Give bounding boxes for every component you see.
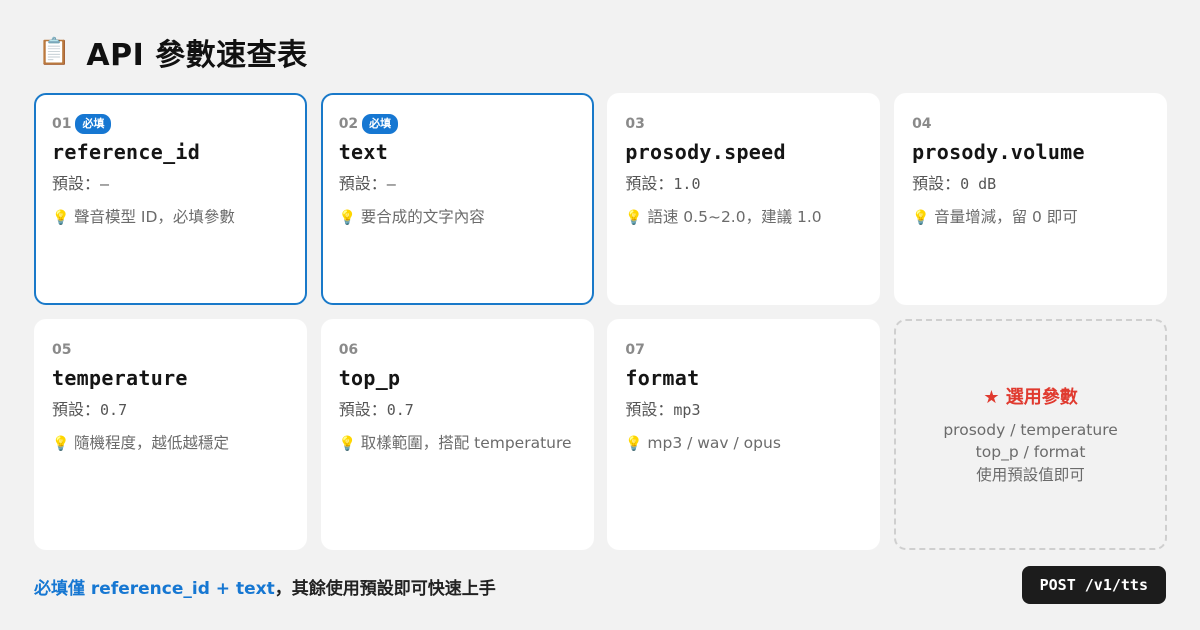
default-row: 預設： — [52, 170, 289, 194]
card-number: 04 [912, 116, 932, 132]
default-value: 0.7 [100, 401, 128, 419]
param-card-format: 07 format 預設： mp3 💡 mp3 / wav / opus [607, 319, 881, 550]
tip: 💡 要合成的文字內容 [339, 206, 576, 229]
optional-line: 使用預設值即可 [976, 465, 1085, 484]
card-header: 06 [339, 339, 576, 361]
footer-note: 必填僅 reference_id + text，其餘使用預設即可快速上手 [34, 574, 496, 599]
tip: 💡 mp3 / wav / opus [625, 432, 862, 455]
endpoint-badge: POST /v1/tts [1021, 566, 1166, 604]
card-header: 07 [625, 339, 862, 361]
default-value: 1.0 [673, 175, 701, 193]
tip: 💡 語速 0.5~2.0，建議 1.0 [625, 206, 862, 229]
default-value: 0 dB [960, 175, 997, 193]
tip: 💡 音量增減，留 0 即可 [912, 206, 1149, 229]
card-number: 06 [338, 342, 359, 358]
default-value: mp3 [673, 401, 701, 419]
param-card-prosody-volume: 04 prosody.volume 預設： 0 dB 💡 音量增減，留 0 即可 [894, 93, 1168, 305]
default-value: — [100, 175, 110, 193]
param-name: prosody.speed [625, 140, 786, 164]
card-number: 07 [625, 342, 645, 358]
card-header: 02 必填 [339, 113, 576, 135]
param-name: format [625, 366, 700, 390]
footer-rest: ，其餘使用預設即可快速上手 [274, 579, 496, 599]
card-number: 03 [625, 116, 645, 132]
param-card-text: 02 必填 text 預設： — 💡 要合成的文字內容 [320, 93, 594, 305]
tip-text: 聲音模型 ID，必填參數 [74, 208, 235, 226]
card-header: 04 [912, 113, 1149, 135]
lightbulb-icon: 💡 [912, 210, 930, 226]
optional-params-card: ★ 選用參數 prosody / temperature top_p / for… [894, 319, 1168, 550]
lightbulb-icon: 💡 [625, 436, 643, 452]
card-number: 01 [52, 116, 72, 132]
tip: 💡 聲音模型 ID，必填參數 [52, 206, 289, 229]
card-number: 05 [52, 342, 72, 358]
tip-text: mp3 / wav / opus [647, 434, 781, 452]
default-value: 0.7 [386, 401, 414, 419]
tip-text: 音量增減，留 0 即可 [934, 208, 1078, 226]
optional-title: ★ 選用參數 [983, 386, 1078, 408]
default-label: 預設： [338, 400, 387, 419]
tip-text: 隨機程度，越低越穩定 [74, 434, 230, 452]
optional-line: prosody / temperature [943, 420, 1118, 439]
param-name: prosody.volume [912, 140, 1085, 164]
default-label: 預設： [338, 174, 387, 193]
default-label: 預設： [625, 400, 674, 419]
required-badge: 必填 [362, 114, 399, 134]
parameter-grid: 01 必填 reference_id 預設： — 💡 聲音模型 ID，必填參數 0… [34, 93, 1168, 550]
param-name: temperature [52, 366, 188, 390]
clipboard-icon: 📋 [38, 37, 71, 67]
default-label: 預設： [912, 174, 961, 193]
default-label: 預設： [52, 400, 101, 419]
tip-text: 取樣範圍，搭配 temperature [360, 434, 572, 452]
page-title: API 參數速查表 [86, 38, 308, 73]
default-row: 預設： 0.7 [339, 396, 576, 420]
param-card-temperature: 05 temperature 預設： 0.7 💡 隨機程度，越低越穩定 [34, 319, 307, 550]
default-row: 預設： 0 dB [912, 170, 1149, 194]
optional-line: top_p / format [975, 443, 1086, 462]
default-row: 預設： — [339, 170, 576, 194]
param-card-prosody-speed: 03 prosody.speed 預設： 1.0 💡 語速 0.5~2.0，建議 … [607, 93, 881, 305]
default-row: 預設： mp3 [625, 396, 862, 420]
param-name: reference_id [52, 140, 201, 164]
footer-highlight: 必填僅 reference_id + text [34, 579, 275, 599]
required-badge: 必填 [75, 114, 112, 134]
tip: 💡 取樣範圍，搭配 temperature [339, 432, 576, 455]
card-header: 03 [625, 113, 862, 135]
page-header: 📋 API 參數速查表 [38, 30, 308, 74]
lightbulb-icon: 💡 [625, 210, 643, 226]
card-header: 05 [52, 339, 289, 361]
tip-text: 語速 0.5~2.0，建議 1.0 [647, 208, 822, 226]
card-number: 02 [338, 116, 359, 132]
param-card-top-p: 06 top_p 預設： 0.7 💡 取樣範圍，搭配 temperature [320, 319, 594, 550]
card-header: 01 必填 [52, 113, 289, 135]
default-value: — [386, 175, 396, 193]
default-row: 預設： 1.0 [625, 170, 862, 194]
lightbulb-icon: 💡 [52, 436, 70, 452]
default-label: 預設： [625, 174, 674, 193]
param-name: text [338, 140, 389, 164]
tip: 💡 隨機程度，越低越穩定 [52, 432, 289, 455]
param-name: top_p [338, 366, 401, 390]
default-label: 預設： [52, 174, 101, 193]
lightbulb-icon: 💡 [338, 210, 357, 226]
lightbulb-icon: 💡 [338, 436, 357, 452]
lightbulb-icon: 💡 [52, 210, 70, 226]
default-row: 預設： 0.7 [52, 396, 289, 420]
param-card-reference-id: 01 必填 reference_id 預設： — 💡 聲音模型 ID，必填參數 [34, 93, 307, 305]
tip-text: 要合成的文字內容 [360, 208, 485, 226]
